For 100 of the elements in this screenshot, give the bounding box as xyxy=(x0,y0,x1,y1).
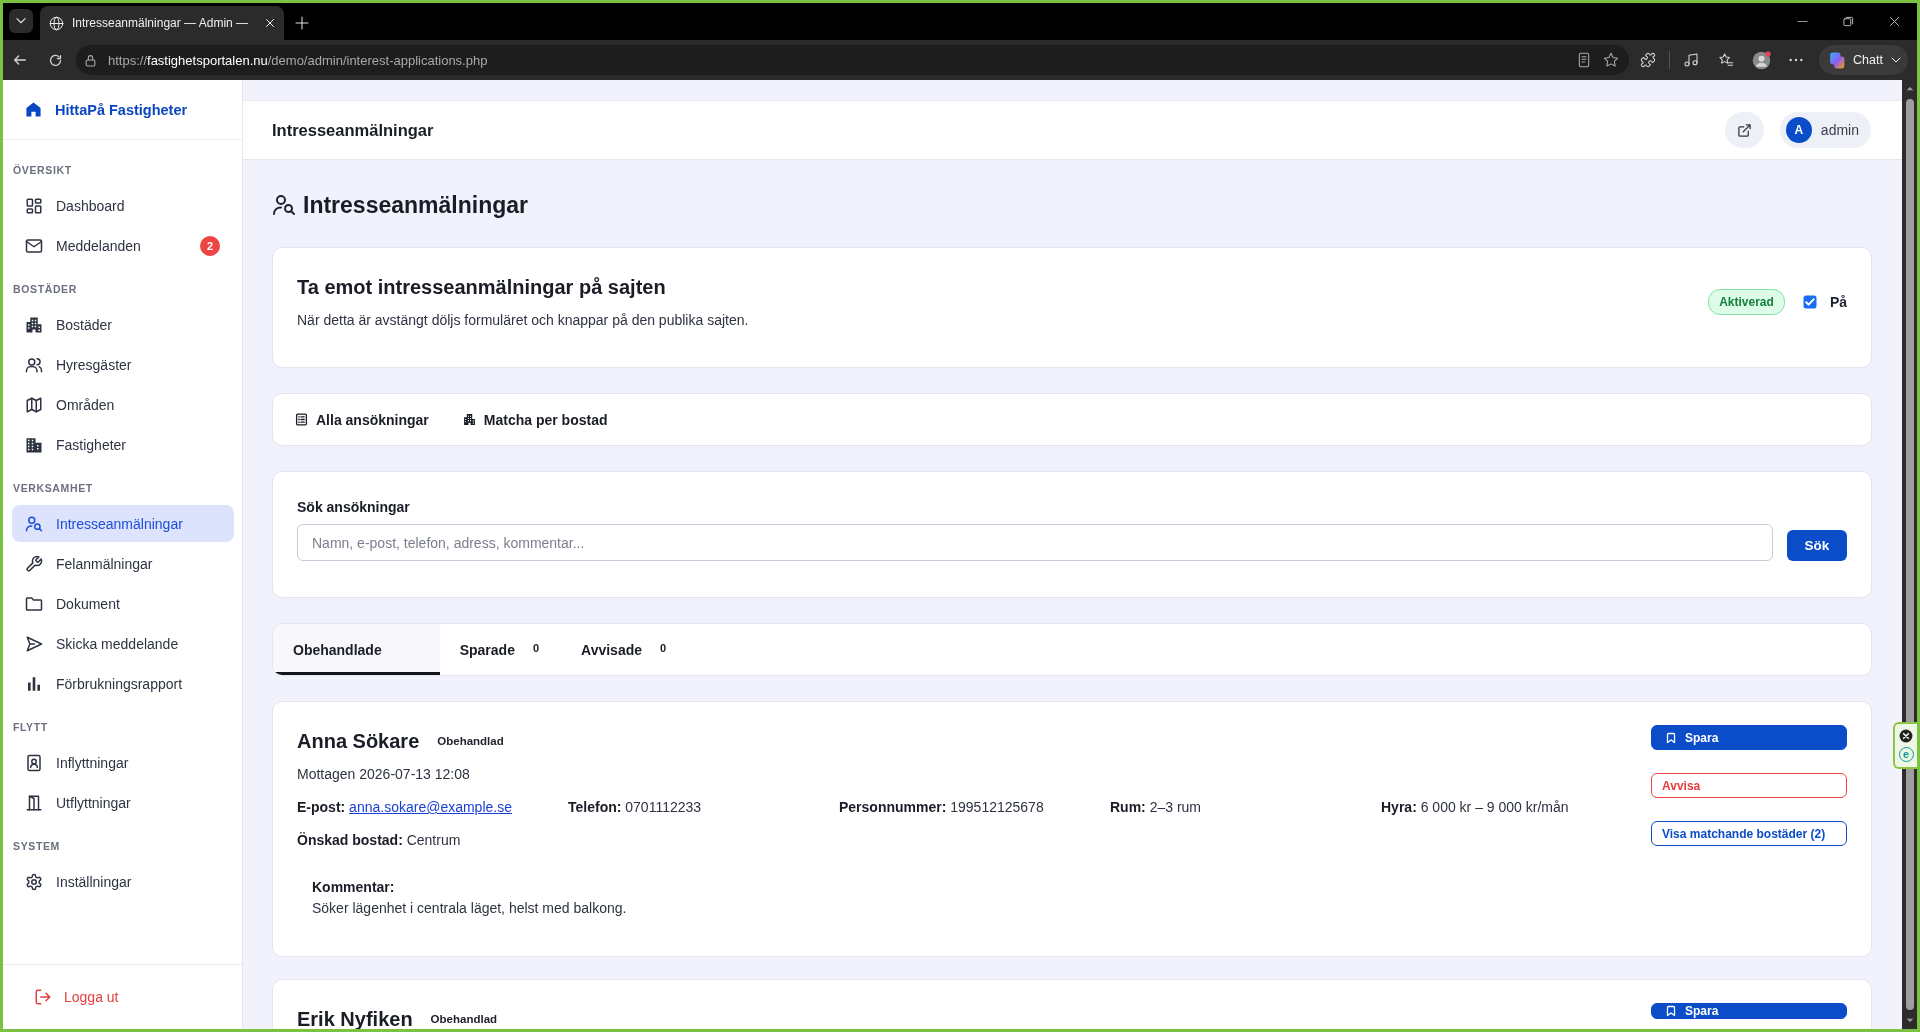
save-button[interactable]: Spara xyxy=(1651,725,1847,750)
sidebar-item[interactable]: Utflyttningar xyxy=(12,784,234,821)
setting-description: När detta är avstängt döljs formuläret och knappar på den publika sajten. xyxy=(297,312,749,329)
sidebar-item[interactable]: Felanmälningar xyxy=(12,545,234,582)
status-tab[interactable]: Avvisade 0 xyxy=(561,624,689,675)
close-icon[interactable] xyxy=(1899,728,1913,743)
setting-title: Ta emot intresseanmälningar på sajten xyxy=(297,275,666,299)
list-icon xyxy=(295,413,308,426)
bar-chart-icon xyxy=(25,674,43,693)
sidebar-item[interactable]: Inställningar xyxy=(12,863,234,900)
field-value: 199512125678 xyxy=(950,799,1044,815)
count-badge: 2 xyxy=(200,235,220,256)
favorites-icon[interactable] xyxy=(1718,52,1734,68)
browser-tab[interactable]: Intresseanmälningar — Admin — xyxy=(40,6,284,40)
building-icon xyxy=(462,413,476,426)
reader-mode-icon[interactable] xyxy=(1576,52,1592,68)
view-link[interactable]: Matcha per bostad xyxy=(462,411,608,428)
star-icon[interactable] xyxy=(1603,52,1619,68)
applicant-name: Erik Nyfiken xyxy=(297,1008,413,1029)
dashboard-icon xyxy=(25,196,43,215)
header-title: Intresseanmälningar xyxy=(272,120,434,140)
search-field[interactable]: Namn, e-post, telefon, adress, kommentar... xyxy=(297,524,1773,561)
sidebar-item[interactable]: Dokument xyxy=(12,585,234,622)
sidebar-item[interactable]: Dashboard xyxy=(12,187,234,224)
sidebar-item[interactable]: Meddelanden 2 xyxy=(12,227,234,264)
field-label: Hyra: xyxy=(1381,799,1417,815)
sidebar-item[interactable]: Bostäder xyxy=(12,306,234,343)
map-icon xyxy=(25,395,43,414)
scrollbar-thumb[interactable] xyxy=(1905,99,1914,1010)
reload-icon[interactable] xyxy=(47,52,63,68)
folder-icon xyxy=(25,594,43,613)
status-tab[interactable]: Obehandlade xyxy=(273,624,440,675)
section-heading: FLYTT xyxy=(13,720,48,735)
page-title: Intresseanmälningar xyxy=(303,191,528,219)
plus-icon[interactable] xyxy=(294,15,310,31)
back-arrow-icon[interactable] xyxy=(12,52,28,68)
chat-button[interactable]: Chatt xyxy=(1819,45,1908,75)
reject-button[interactable]: Avvisa xyxy=(1651,773,1847,798)
user-menu[interactable]: A admin xyxy=(1779,112,1871,148)
apartment-building-icon xyxy=(25,315,43,334)
field-value: 0701112233 xyxy=(625,799,702,815)
music-note-icon[interactable] xyxy=(1683,52,1699,68)
arrow-up-icon[interactable] xyxy=(1905,85,1914,93)
profile-avatar-icon[interactable] xyxy=(1750,49,1772,71)
status-label: Obehandlad xyxy=(430,1013,498,1025)
checkbox[interactable] xyxy=(1802,295,1817,309)
door-icon xyxy=(25,793,43,812)
bookmark-icon xyxy=(1665,1005,1677,1017)
open-site-button[interactable] xyxy=(1724,112,1764,148)
lock-icon xyxy=(84,53,97,67)
sidebar-item[interactable]: Områden xyxy=(12,386,234,423)
settings-icon xyxy=(25,872,43,891)
sidebar-item[interactable]: Hyresgäster xyxy=(12,346,234,383)
applicant-name: Anna Sökare xyxy=(297,730,420,752)
extensions-icon[interactable] xyxy=(1640,52,1656,68)
sidebar-item[interactable]: Förbrukningsrapport xyxy=(12,665,234,702)
restore-icon[interactable] xyxy=(1842,16,1854,27)
sidebar-item[interactable]: Fastigheter xyxy=(12,426,234,463)
tab-list-button[interactable] xyxy=(9,9,33,33)
save-button[interactable]: Spara xyxy=(1651,1003,1847,1019)
field-label: Telefon: xyxy=(568,799,622,815)
search-button[interactable]: Sök xyxy=(1787,530,1847,561)
avatar: A xyxy=(1785,117,1812,143)
matching-homes-button[interactable]: Visa matchande bostäder (2) xyxy=(1651,821,1847,846)
sidebar-item[interactable]: Skicka meddelande xyxy=(12,625,234,662)
section-heading: VERKSAMHET xyxy=(13,481,93,496)
envelope-icon xyxy=(25,236,43,255)
chat-assistant-icon xyxy=(1827,50,1846,70)
field-label: E-post: xyxy=(297,799,346,815)
wrench-icon xyxy=(25,554,43,573)
close-icon[interactable] xyxy=(1888,16,1900,27)
home-icon xyxy=(25,101,42,118)
status-badge: Aktiverad xyxy=(1708,289,1785,315)
section-heading: BOSTÄDER xyxy=(13,282,77,297)
field-label: Rum: xyxy=(1110,799,1146,815)
send-icon xyxy=(25,634,43,653)
arrow-down-icon[interactable] xyxy=(1905,1016,1914,1024)
id-badge-icon xyxy=(25,753,43,772)
field-label: Önskad bostad: xyxy=(297,832,403,848)
comment-label: Kommentar: xyxy=(312,878,395,896)
comment-text: Söker lägenhet i centrala läget, helst med balkong. xyxy=(312,899,627,917)
external-link-icon xyxy=(1736,122,1752,138)
checkbox-label: På xyxy=(1829,294,1847,310)
globe-icon xyxy=(49,15,64,31)
status-tab[interactable]: Sparade 0 xyxy=(439,624,562,675)
brand-name[interactable]: HittaPå Fastigheter xyxy=(55,101,188,118)
search-label: Sök ansökningar xyxy=(297,498,410,516)
email-link[interactable]: anna.sokare@example.se xyxy=(349,799,512,815)
sidebar-item[interactable]: Intresseanmälningar xyxy=(12,505,234,542)
view-link[interactable]: Alla ansökningar xyxy=(295,411,429,428)
field-value: Centrum xyxy=(406,832,461,848)
address-bar[interactable]: https://fastighetsportalen.nu/demo/admin/interest-applications.php xyxy=(76,45,1629,75)
field-value: 2–3 rum xyxy=(1149,799,1202,815)
close-icon[interactable] xyxy=(264,17,276,29)
logout-link[interactable]: Logga ut xyxy=(3,964,242,1029)
received-date: Mottagen 2026-07-13 12:08 xyxy=(297,765,470,783)
sidebar-item[interactable]: Inflyttningar xyxy=(12,744,234,781)
logout-icon xyxy=(34,988,52,1006)
status-label: Obehandlad xyxy=(437,735,504,747)
section-heading: ÖVERSIKT xyxy=(13,163,72,178)
